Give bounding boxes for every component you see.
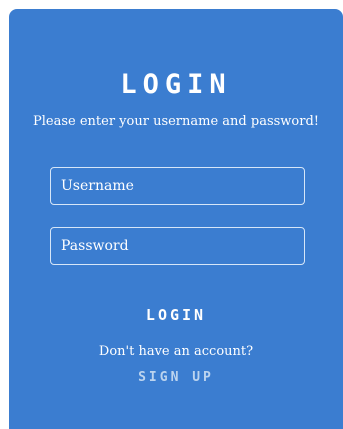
username-input[interactable] bbox=[50, 167, 305, 205]
login-button[interactable]: LOGIN bbox=[126, 303, 226, 327]
signup-link[interactable]: SIGN UP bbox=[116, 367, 236, 389]
login-title: LOGIN bbox=[120, 69, 232, 100]
signup-prompt: Don't have an account? bbox=[98, 344, 254, 359]
login-card: LOGIN Please enter your username and pas… bbox=[9, 9, 343, 429]
password-input[interactable] bbox=[50, 227, 305, 265]
login-subtitle: Please enter your username and password! bbox=[33, 114, 319, 129]
